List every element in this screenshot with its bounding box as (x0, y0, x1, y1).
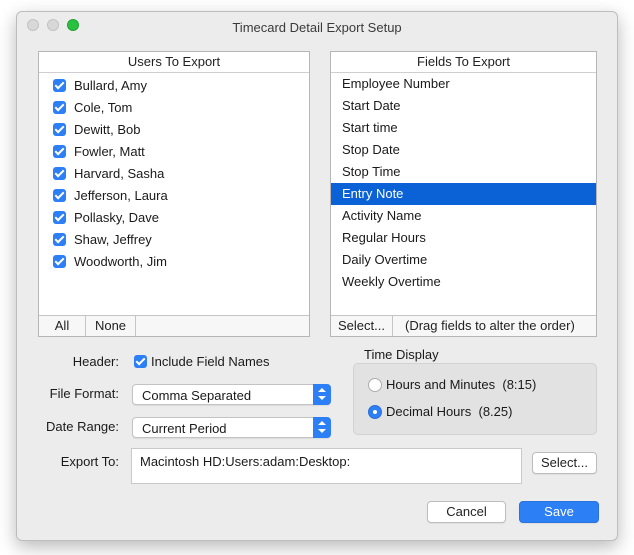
user-checkbox[interactable] (53, 255, 66, 268)
fields-panel-footer: Select... (Drag fields to alter the orde… (331, 315, 596, 336)
user-name: Jefferson, Laura (74, 188, 168, 203)
user-row[interactable]: Bullard, Amy (39, 75, 309, 97)
include-field-names-label: Include Field Names (151, 354, 270, 369)
user-checkbox[interactable] (53, 79, 66, 92)
users-panel-header: Users To Export (39, 52, 309, 73)
user-checkbox[interactable] (53, 101, 66, 114)
user-row[interactable]: Shaw, Jeffrey (39, 229, 309, 251)
user-row[interactable]: Woodworth, Jim (39, 251, 309, 273)
field-row[interactable]: Weekly Overtime (331, 271, 596, 293)
field-row[interactable]: Start time (331, 117, 596, 139)
field-row-selected[interactable]: Entry Note (331, 183, 596, 205)
date-range-select[interactable]: Current Period (132, 417, 331, 438)
updown-arrows-icon (313, 384, 331, 405)
user-name: Harvard, Sasha (74, 166, 165, 181)
field-row[interactable]: Activity Name (331, 205, 596, 227)
field-row[interactable]: Regular Hours (331, 227, 596, 249)
field-row[interactable]: Stop Date (331, 139, 596, 161)
time-display-title: Time Display (364, 347, 439, 362)
user-row[interactable]: Harvard, Sasha (39, 163, 309, 185)
user-checkbox[interactable] (53, 123, 66, 136)
fields-to-export-panel: Fields To Export Employee Number Start D… (330, 51, 597, 337)
field-row[interactable]: Employee Number (331, 73, 596, 95)
header-label: Header: (72, 354, 119, 369)
user-checkbox[interactable] (53, 233, 66, 246)
user-name: Cole, Tom (74, 100, 133, 115)
decimal-hours-radio[interactable] (368, 405, 382, 419)
date-range-label: Date Range: (46, 419, 119, 434)
time-display-group: Hours and Minutes (8:15) Decimal Hours (… (353, 363, 597, 435)
select-no-users-button[interactable]: None (86, 316, 136, 336)
user-checkbox[interactable] (53, 167, 66, 180)
date-range-value: Current Period (142, 421, 227, 436)
title-bar: Timecard Detail Export Setup (17, 12, 617, 42)
user-row[interactable]: Jefferson, Laura (39, 185, 309, 207)
user-name: Woodworth, Jim (74, 254, 167, 269)
file-format-label: File Format: (49, 386, 119, 401)
drag-fields-hint: (Drag fields to alter the order) (405, 318, 575, 333)
user-checkbox[interactable] (53, 211, 66, 224)
field-row[interactable]: Daily Overtime (331, 249, 596, 271)
user-checkbox[interactable] (53, 145, 66, 158)
user-name: Dewitt, Bob (74, 122, 141, 137)
fields-list[interactable]: Employee Number Start Date Start time St… (331, 73, 596, 293)
user-row[interactable]: Dewitt, Bob (39, 119, 309, 141)
export-select-button[interactable]: Select... (532, 452, 597, 474)
user-name: Bullard, Amy (74, 78, 147, 93)
include-field-names-checkbox[interactable] (134, 355, 147, 368)
user-row[interactable]: Fowler, Matt (39, 141, 309, 163)
user-row[interactable]: Pollasky, Dave (39, 207, 309, 229)
hours-minutes-radio[interactable] (368, 378, 382, 392)
export-to-label: Export To: (60, 454, 119, 469)
cancel-button[interactable]: Cancel (427, 501, 506, 523)
decimal-hours-label: Decimal Hours (8.25) (386, 404, 513, 419)
select-fields-button[interactable]: Select... (331, 316, 393, 336)
export-path-field[interactable]: Macintosh HD:Users:adam:Desktop: (131, 448, 522, 484)
field-row[interactable]: Start Date (331, 95, 596, 117)
fields-panel-header: Fields To Export (331, 52, 596, 73)
export-setup-window: Timecard Detail Export Setup Users To Ex… (16, 11, 618, 541)
file-format-select[interactable]: Comma Separated (132, 384, 331, 405)
field-row[interactable]: Stop Time (331, 161, 596, 183)
user-name: Shaw, Jeffrey (74, 232, 152, 247)
users-list[interactable]: Bullard, Amy Cole, Tom Dewitt, Bob Fowle… (39, 73, 309, 273)
save-button[interactable]: Save (519, 501, 599, 523)
file-format-value: Comma Separated (142, 388, 252, 403)
user-name: Fowler, Matt (74, 144, 145, 159)
users-to-export-panel: Users To Export Bullard, Amy Cole, Tom D… (38, 51, 310, 337)
export-path-value: Macintosh HD:Users:adam:Desktop: (140, 454, 351, 469)
updown-arrows-icon (313, 417, 331, 438)
user-checkbox[interactable] (53, 189, 66, 202)
window-title: Timecard Detail Export Setup (232, 20, 402, 35)
select-all-users-button[interactable]: All (39, 316, 86, 336)
user-name: Pollasky, Dave (74, 210, 160, 225)
hours-minutes-label: Hours and Minutes (8:15) (386, 377, 537, 392)
user-row[interactable]: Cole, Tom (39, 97, 309, 119)
users-panel-footer: All None (39, 315, 309, 336)
